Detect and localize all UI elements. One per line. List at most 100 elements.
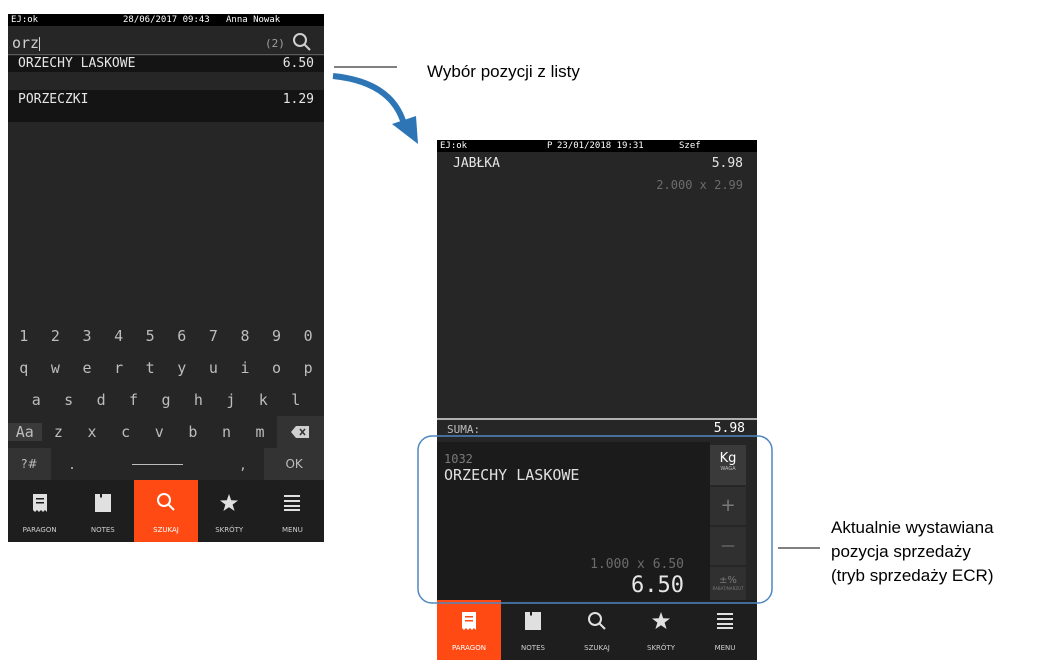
discount-button[interactable]: ±% RABAT/NARZUT: [710, 567, 746, 602]
key[interactable]: u: [198, 359, 230, 377]
receipt-icon: [32, 494, 47, 512]
annotation-line: (tryb sprzedaży ECR): [831, 566, 994, 585]
key[interactable]: 3: [71, 327, 103, 345]
tab-label: PARAGON: [22, 526, 57, 534]
key[interactable]: o: [261, 359, 293, 377]
receipt-icon: [462, 612, 476, 630]
minus-button[interactable]: —: [710, 527, 746, 565]
key[interactable]: f: [117, 391, 149, 409]
key[interactable]: 9: [261, 327, 293, 345]
tab-label: SZUKAJ: [153, 526, 179, 534]
key[interactable]: .: [51, 455, 94, 473]
key[interactable]: 6: [166, 327, 198, 345]
key[interactable]: k: [247, 391, 279, 409]
key[interactable]: m: [243, 423, 277, 441]
key[interactable]: c: [109, 423, 143, 441]
tab-label: MENU: [714, 644, 736, 652]
tab-paragon[interactable]: PARAGON: [8, 480, 71, 542]
plus-button[interactable]: +: [710, 487, 746, 525]
result-item[interactable]: PORZECZKI 1.29: [8, 90, 324, 122]
annotation-list-selection: Wybór pozycji z listy: [427, 62, 580, 81]
search-icon: [157, 493, 175, 511]
sum-label: SUMA:: [447, 423, 481, 436]
key[interactable]: g: [150, 391, 182, 409]
shift-key[interactable]: Aa: [8, 423, 42, 441]
key[interactable]: x: [75, 423, 109, 441]
waga-label: WAGA: [720, 466, 736, 472]
key[interactable]: i: [229, 359, 261, 377]
key[interactable]: z: [42, 423, 76, 441]
key[interactable]: y: [166, 359, 198, 377]
key[interactable]: j: [215, 391, 247, 409]
tab-label: SZUKAJ: [584, 644, 610, 652]
item-code: 1032: [444, 452, 473, 466]
tab-skroty[interactable]: SKRÓTY: [198, 480, 261, 542]
percent-label: ±%: [719, 575, 737, 586]
ej-status: EJ:ok: [440, 141, 468, 151]
item-name: ORZECHY LASKOWE: [444, 466, 580, 484]
sum-value: 5.98: [713, 421, 745, 436]
key[interactable]: 8: [229, 327, 261, 345]
key[interactable]: 5: [134, 327, 166, 345]
key[interactable]: p: [292, 359, 324, 377]
item-total: 6.50: [631, 573, 684, 598]
key[interactable]: w: [40, 359, 72, 377]
on-screen-keyboard: 1 2 3 4 5 6 7 8 9 0 q w e r t y u i o p …: [8, 320, 324, 480]
key[interactable]: h: [182, 391, 214, 409]
symbols-key[interactable]: ?#: [8, 448, 51, 480]
key[interactable]: e: [71, 359, 103, 377]
receipt-item-qty: 2.000 x 2.99: [656, 178, 743, 192]
key[interactable]: l: [280, 391, 312, 409]
key[interactable]: d: [85, 391, 117, 409]
key[interactable]: ,: [222, 455, 265, 473]
key[interactable]: a: [20, 391, 52, 409]
tab-skroty[interactable]: SKRÓTY: [629, 600, 693, 660]
search-value: orz: [12, 34, 40, 52]
key[interactable]: s: [52, 391, 84, 409]
key[interactable]: b: [176, 423, 210, 441]
tab-menu[interactable]: MENU: [693, 600, 757, 660]
key[interactable]: 4: [103, 327, 135, 345]
key[interactable]: t: [134, 359, 166, 377]
search-icon[interactable]: [292, 32, 312, 56]
tab-paragon[interactable]: PARAGON: [437, 600, 501, 660]
ej-status: EJ:ok: [11, 15, 39, 25]
key[interactable]: n: [210, 423, 244, 441]
result-price: 6.50: [282, 56, 314, 71]
tab-szukaj[interactable]: SZUKAJ: [565, 600, 629, 660]
space-key[interactable]: [93, 448, 221, 480]
status-user: Szef: [679, 141, 701, 151]
key[interactable]: r: [103, 359, 135, 377]
tab-szukaj[interactable]: SZUKAJ: [134, 480, 198, 542]
annotation-line: Aktualnie wystawiana: [831, 518, 994, 537]
search-input[interactable]: orz: [12, 34, 282, 52]
tab-label: SKRÓTY: [647, 644, 675, 652]
key[interactable]: 2: [40, 327, 72, 345]
weight-button[interactable]: Kg WAGA: [710, 445, 746, 485]
key[interactable]: q: [8, 359, 40, 377]
menu-icon: [717, 613, 733, 629]
result-item[interactable]: ORZECHY LASKOWE 6.50: [8, 56, 324, 72]
key[interactable]: 1: [8, 327, 40, 345]
fiscal-mode: P: [547, 141, 553, 151]
tab-notes[interactable]: NOTES: [71, 480, 134, 542]
backspace-key[interactable]: [276, 416, 324, 448]
key[interactable]: 7: [198, 327, 230, 345]
tab-notes[interactable]: NOTES: [501, 600, 565, 660]
tab-menu[interactable]: MENU: [261, 480, 324, 542]
result-count: (2): [265, 37, 285, 50]
star-icon: [652, 612, 670, 629]
bottom-nav: PARAGON NOTES SZUKAJ SKRÓTY MENU: [8, 480, 324, 542]
item-qty-line: 1.000 x 6.50: [590, 557, 684, 572]
receipt-item-name: JABŁKA: [453, 156, 500, 171]
ok-key[interactable]: OK: [264, 448, 324, 480]
key[interactable]: v: [142, 423, 176, 441]
tab-label: NOTES: [521, 644, 545, 652]
status-datetime: 28/06/2017 09:43: [123, 15, 210, 25]
bottom-nav: PARAGON NOTES SZUKAJ SKRÓTY MENU: [437, 600, 757, 660]
result-name: ORZECHY LASKOWE: [18, 56, 136, 71]
key[interactable]: 0: [292, 327, 324, 345]
notes-icon: [94, 494, 111, 512]
annotation-line: pozycja sprzedaży: [831, 542, 971, 561]
flow-arrowhead: [392, 116, 418, 144]
